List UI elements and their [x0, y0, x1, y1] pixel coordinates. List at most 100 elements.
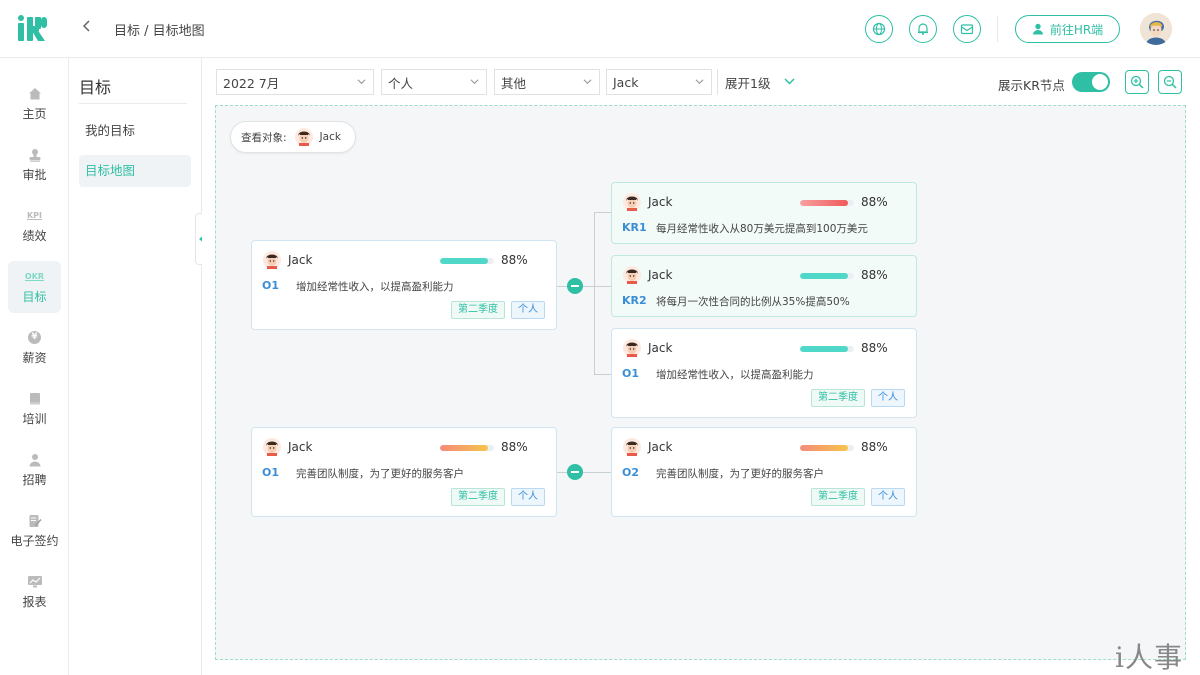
- nav-performance[interactable]: KPI 绩效: [8, 200, 61, 252]
- quarter-tag: 第二季度: [451, 301, 505, 319]
- progress-bar: [800, 273, 854, 279]
- user-icon: [1032, 23, 1043, 35]
- kpi-icon: KPI: [26, 211, 43, 220]
- nav-recruit[interactable]: 招聘: [8, 444, 61, 496]
- progress-percent: 88%: [861, 440, 888, 454]
- zoom-out-button[interactable]: [1158, 70, 1182, 94]
- avatar: [623, 266, 641, 284]
- objective-text: 完善团队制度，为了更好的服务客户: [656, 468, 824, 480]
- objective-card[interactable]: Jack 88% O2 完善团队制度，为了更好的服务客户 第二季度 个人: [611, 427, 917, 517]
- nav-approval[interactable]: 审批: [8, 139, 61, 191]
- progress-bar: [800, 445, 854, 451]
- scope-select[interactable]: 个人: [381, 69, 487, 95]
- bell-icon: [918, 23, 928, 35]
- nav-report[interactable]: 报表: [8, 566, 61, 618]
- objective-code: O1: [262, 466, 280, 479]
- chevron-down-icon: [470, 79, 479, 85]
- go-hr-label: 前往HR端: [1049, 22, 1104, 37]
- goal-subnav: 目标 我的目标 目标地图: [69, 58, 202, 675]
- chevron-down-icon: [357, 79, 366, 85]
- avatar: [263, 438, 281, 456]
- user-icon: [27, 453, 43, 467]
- chevron-down-icon: [695, 79, 704, 85]
- zoom-in-icon: [1130, 75, 1144, 89]
- expand-level-select[interactable]: 展开1级: [717, 69, 797, 95]
- collapse-node-button[interactable]: [567, 464, 583, 480]
- objective-card[interactable]: Jack 88% O1 增加经常性收入，以提高盈利能力 第二季度 个人: [611, 328, 917, 418]
- key-result-card[interactable]: Jack 88% KR2 将每月一次性合同的比例从35%提高50%: [611, 255, 917, 317]
- main-nav-rail: 主页 审批 KPI 绩效 OKR 目标 ¥ 薪资 培训 招聘 电子签约 报表: [0, 58, 69, 675]
- objective-text: 增加经常性收入，以提高盈利能力: [656, 369, 814, 381]
- key-result-card[interactable]: Jack 88% KR1 每月经常性收入从80万美元提高到100万美元: [611, 182, 917, 244]
- show-kr-label: 展示KR节点: [998, 78, 1065, 93]
- edge: [594, 212, 595, 375]
- chart-icon: [27, 575, 43, 589]
- type-select[interactable]: 其他: [494, 69, 600, 95]
- avatar: [623, 438, 641, 456]
- subnav-title: 目标: [79, 78, 112, 97]
- zoom-out-icon: [1163, 75, 1177, 89]
- goal-map-canvas[interactable]: 查看对象: Jack Jack 88% O1 增加经常性收入，以提高盈利能力 第…: [215, 105, 1186, 660]
- scope-tag: 个人: [511, 301, 545, 319]
- edge: [594, 286, 611, 287]
- progress-percent: 88%: [861, 268, 888, 282]
- message-button[interactable]: [953, 15, 981, 43]
- avatar: [623, 339, 641, 357]
- objective-text: 完善团队制度，为了更好的服务客户: [296, 468, 464, 480]
- nav-salary[interactable]: ¥ 薪资: [8, 322, 61, 374]
- kr-code: KR2: [622, 294, 647, 307]
- owner-name: Jack: [648, 195, 673, 209]
- back-button[interactable]: [82, 18, 92, 37]
- quarter-tag: 第二季度: [811, 488, 865, 506]
- main-panel: 2022 7月 个人 其他 Jack 展开1级 展示KR节点 查看对象: Jac…: [202, 58, 1200, 675]
- owner-name: Jack: [648, 268, 673, 282]
- zoom-in-button[interactable]: [1125, 70, 1149, 94]
- user-avatar[interactable]: [1140, 13, 1172, 45]
- quarter-tag: 第二季度: [811, 389, 865, 407]
- owner-name: Jack: [288, 440, 313, 454]
- owner-name: Jack: [648, 440, 673, 454]
- progress-percent: 88%: [501, 253, 528, 267]
- stamp-icon: [27, 148, 43, 162]
- nav-training[interactable]: 培训: [8, 383, 61, 435]
- owner-name: Jack: [288, 253, 313, 267]
- kr-text: 将每月一次性合同的比例从35%提高50%: [656, 296, 850, 308]
- nav-home[interactable]: 主页: [8, 78, 61, 130]
- period-select[interactable]: 2022 7月: [216, 69, 374, 95]
- collapse-node-button[interactable]: [567, 278, 583, 294]
- subnav-divider: [79, 103, 187, 104]
- show-kr-toggle[interactable]: [1072, 72, 1110, 92]
- scope-tag: 个人: [871, 389, 905, 407]
- go-hr-button[interactable]: 前往HR端: [1015, 15, 1120, 43]
- edge: [594, 212, 611, 213]
- objective-code: O1: [622, 367, 640, 380]
- progress-percent: 88%: [501, 440, 528, 454]
- ihr-logo[interactable]: [17, 14, 53, 44]
- sign-icon: [27, 514, 43, 528]
- person-select[interactable]: Jack: [606, 69, 712, 95]
- top-header: 目标 / 目标地图 前往HR端: [0, 0, 1200, 58]
- progress-bar: [800, 200, 854, 206]
- viewer-chip[interactable]: 查看对象: Jack: [230, 121, 356, 153]
- scope-tag: 个人: [871, 488, 905, 506]
- objective-card[interactable]: Jack 88% O1 完善团队制度，为了更好的服务客户 第二季度 个人: [251, 427, 557, 517]
- mail-icon: [960, 24, 974, 35]
- progress-bar: [440, 445, 494, 451]
- okr-icon: OKR: [24, 272, 45, 281]
- subnav-my-goals[interactable]: 我的目标: [79, 115, 191, 147]
- scope-tag: 个人: [511, 488, 545, 506]
- language-button[interactable]: [865, 15, 893, 43]
- avatar: [263, 251, 281, 269]
- objective-card[interactable]: Jack 88% O1 增加经常性收入，以提高盈利能力 第二季度 个人: [251, 240, 557, 330]
- nav-goals[interactable]: OKR 目标: [8, 261, 61, 313]
- progress-bar: [800, 346, 854, 352]
- nav-esign[interactable]: 电子签约: [8, 505, 61, 557]
- book-icon: [27, 392, 43, 406]
- breadcrumb: 目标 / 目标地图: [114, 24, 205, 39]
- quarter-tag: 第二季度: [451, 488, 505, 506]
- subnav-goal-map[interactable]: 目标地图: [79, 155, 191, 187]
- chevron-left-icon: [82, 20, 90, 32]
- edge: [594, 374, 611, 375]
- progress-percent: 88%: [861, 195, 888, 209]
- notification-button[interactable]: [909, 15, 937, 43]
